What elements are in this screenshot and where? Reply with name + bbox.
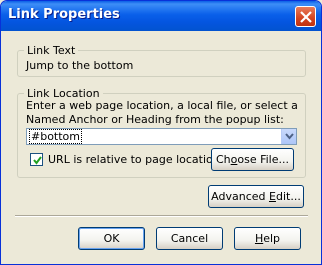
close-button[interactable] [295,6,316,27]
window-title: Link Properties [8,7,120,22]
relative-url-checkbox[interactable] [30,153,43,166]
url-input[interactable]: #bottom [29,129,83,144]
link-text-legend: Link Text [24,44,79,57]
chevron-down-icon [285,133,294,140]
advanced-edit-button[interactable]: Advanced Edit... [208,185,304,208]
url-dropdown-button[interactable] [281,129,296,144]
ok-button[interactable]: OK [78,227,145,250]
link-properties-dialog: Link Properties Link Text Jump to the bo… [0,0,322,265]
link-location-instructions-line2: Named Anchor or Heading from the popup l… [26,113,284,126]
link-text-value: Jump to the bottom [26,59,134,72]
footer-separator [15,215,308,217]
cancel-button[interactable]: Cancel [156,227,223,250]
checkmark-icon [33,156,42,165]
choose-file-button[interactable]: Choose File... [211,148,294,171]
link-location-instructions-line1: Enter a web page location, a local file,… [26,99,298,112]
close-icon [300,11,312,23]
title-bar[interactable]: Link Properties [1,1,321,31]
relative-url-label[interactable]: URL is relative to page location [48,153,220,167]
url-combobox[interactable]: #bottom [26,128,297,145]
help-button[interactable]: Help [234,227,301,250]
